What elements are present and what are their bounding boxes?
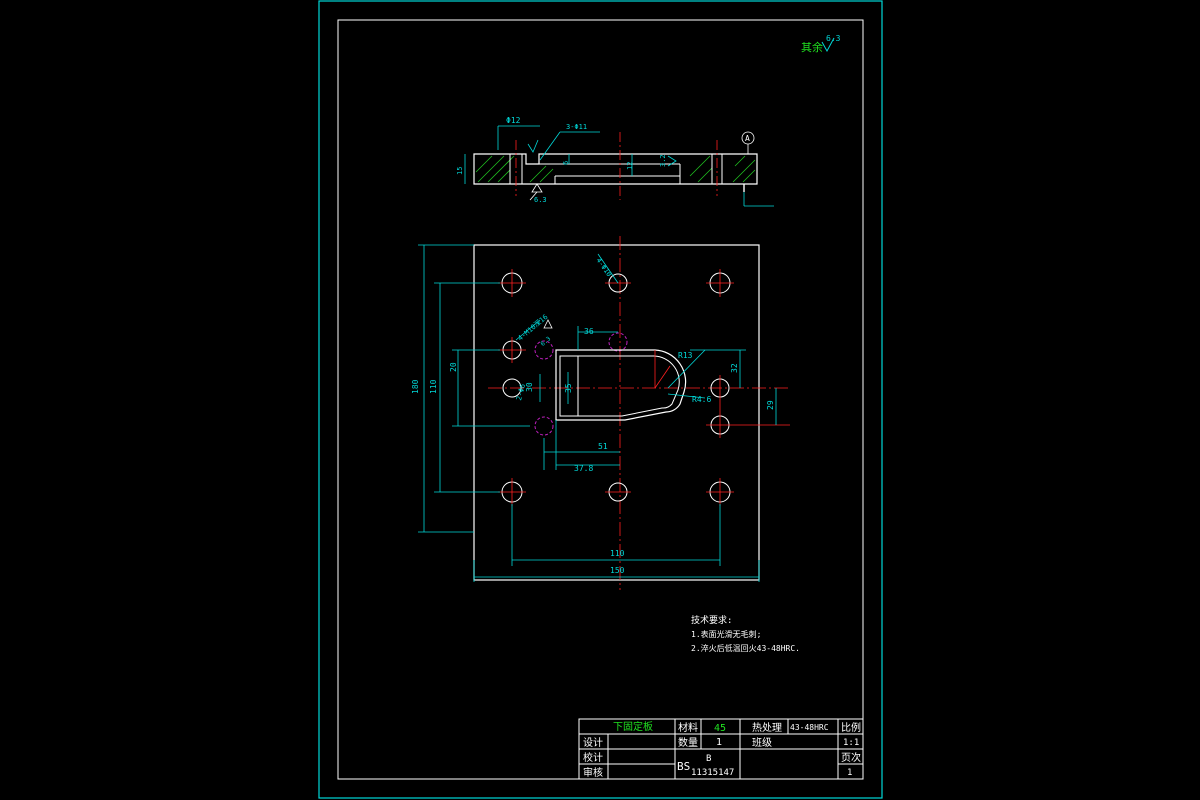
dim-surface-mark: 3.2: [659, 154, 667, 167]
code-b: B: [706, 754, 711, 764]
drawing-canvas: 其余 6.3 Φ12 3-Φ11 15 6 12 3.2 6.3 A 180 1…: [318, 0, 883, 799]
material-value: 45: [714, 723, 726, 734]
dim-bottom-rough: 6.3: [534, 196, 547, 204]
tech-req-title: 技术要求:: [691, 614, 732, 626]
sheet-value: 1: [847, 768, 852, 778]
plate-outline: [473, 244, 760, 581]
dim-20: 20: [449, 362, 458, 372]
outer-border: [318, 0, 883, 799]
dim-110h: 110: [610, 549, 625, 558]
tech-req-item: 1.表面光滑无毛刺;: [691, 629, 761, 639]
dim-counterbore: 6: [562, 161, 570, 165]
heat-label: 热处理: [752, 721, 782, 734]
dim-radius2: R4.6: [692, 395, 711, 404]
title-block: 下固定板 材料 45 热处理 43-48HRC 比例 设计 数量 1 班级 1:…: [578, 718, 864, 780]
check-label: 校计: [583, 751, 603, 764]
dim-holes-spec: 3-Φ11: [566, 123, 587, 131]
roughness-label: 其余: [801, 40, 823, 54]
sheet-label: 页次: [841, 751, 861, 764]
scale-value: 1:1: [843, 738, 859, 748]
dim-thickness: 15: [456, 167, 464, 175]
dimension-lines: [418, 244, 777, 582]
dim-pin-holes: 4-Φ10: [594, 256, 613, 278]
dim-29: 29: [766, 400, 775, 410]
code-prefix: BS: [677, 760, 690, 773]
review-label: 审核: [583, 766, 603, 779]
design-label: 设计: [583, 736, 603, 749]
hole-centers: [498, 269, 790, 506]
dim-overall-width: 150: [610, 566, 625, 575]
dim-overall-height: 180: [411, 379, 420, 394]
code-number: 11315147: [691, 768, 734, 778]
dim-51: 51: [598, 442, 608, 451]
dim-36: 36: [584, 327, 594, 336]
inner-border: [337, 19, 864, 780]
material-label: 材料: [678, 721, 698, 734]
tech-requirements: 技术要求: 1.表面光滑无毛刺; 2.淬火后低温回火43-48HRC.: [691, 614, 800, 653]
section-hatch-left: [475, 155, 554, 183]
datum-label: A: [745, 134, 750, 143]
scale-label: 比例: [841, 721, 861, 734]
heat-value: 43-48HRC: [790, 723, 829, 732]
tech-req-item: 2.淬火后低温回火43-48HRC.: [691, 643, 800, 653]
plan-view: 180 110 20 30 35 36 32 29 51 37.8 110 15…: [411, 236, 790, 590]
section-view: Φ12 3-Φ11 15 6 12 3.2 6.3 A: [456, 116, 774, 207]
roughness-symbol: 其余 6.3: [801, 34, 841, 54]
class-label: 班级: [752, 737, 772, 749]
corner-holes: [501, 272, 731, 503]
roughness-value: 6.3: [826, 34, 841, 43]
dim-angle: 6.3: [539, 335, 552, 348]
dim-hole-dia: Φ12: [506, 116, 521, 125]
dim-pocket: 12: [626, 162, 634, 170]
part-name: 下固定板: [613, 720, 653, 733]
dim-35: 35: [564, 383, 573, 393]
dim-radius: R13: [678, 351, 693, 360]
qty-label: 数量: [678, 736, 698, 749]
cavity-outer: [555, 349, 687, 421]
dim-37: 37.8: [574, 464, 593, 473]
dim-32: 32: [730, 363, 739, 373]
dim-hole-pitch-v: 110: [429, 379, 438, 394]
qty-value: 1: [716, 737, 722, 748]
